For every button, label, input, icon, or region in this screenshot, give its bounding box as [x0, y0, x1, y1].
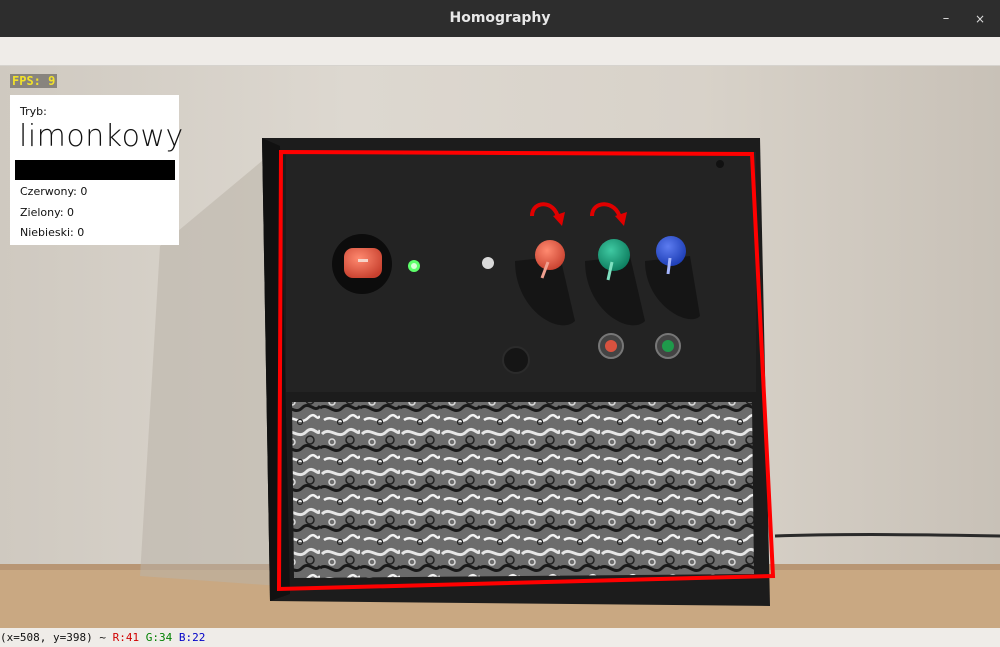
knob-green	[598, 239, 630, 271]
push-button-green	[662, 340, 674, 352]
push-button-red	[605, 340, 617, 352]
mode-label: Tryb:	[20, 105, 47, 118]
fps-counter: FPS: 9	[10, 74, 58, 88]
green-value: Zielony: 0	[20, 206, 75, 219]
mode-value: limonkowy	[19, 119, 184, 154]
marble-plate	[292, 402, 754, 578]
round-hole	[502, 346, 530, 374]
power-switch	[344, 248, 382, 278]
cursor-coords: (x=508, y=398) ~	[0, 631, 113, 644]
pixel-blue: B:22	[178, 631, 206, 644]
knob-red	[535, 240, 565, 270]
blue-value: Niebieski: 0	[20, 226, 85, 239]
red-value: Czerwony: 0	[20, 185, 88, 198]
title-bar: Homography – ×	[0, 0, 1000, 37]
close-icon[interactable]: ×	[970, 9, 990, 29]
window-title: Homography	[449, 10, 551, 26]
led-white	[482, 257, 494, 269]
color-swatch	[15, 160, 175, 180]
pixel-red: R:41	[112, 631, 140, 644]
camera-view[interactable]: FPS: 9 Tryb: limonkowy Czerwony: 0 Zielo…	[0, 66, 1000, 628]
info-panel: Tryb: limonkowy Czerwony: 0 Zielony: 0 N…	[10, 95, 183, 245]
pixel-green: G:34	[145, 631, 173, 644]
screw	[716, 160, 724, 168]
minimize-icon[interactable]: –	[936, 9, 956, 29]
toolbar	[0, 37, 1000, 66]
cable	[774, 533, 1000, 538]
status-bar: (x=508, y=398) ~ R:41 G:34 B:22	[0, 628, 1000, 647]
